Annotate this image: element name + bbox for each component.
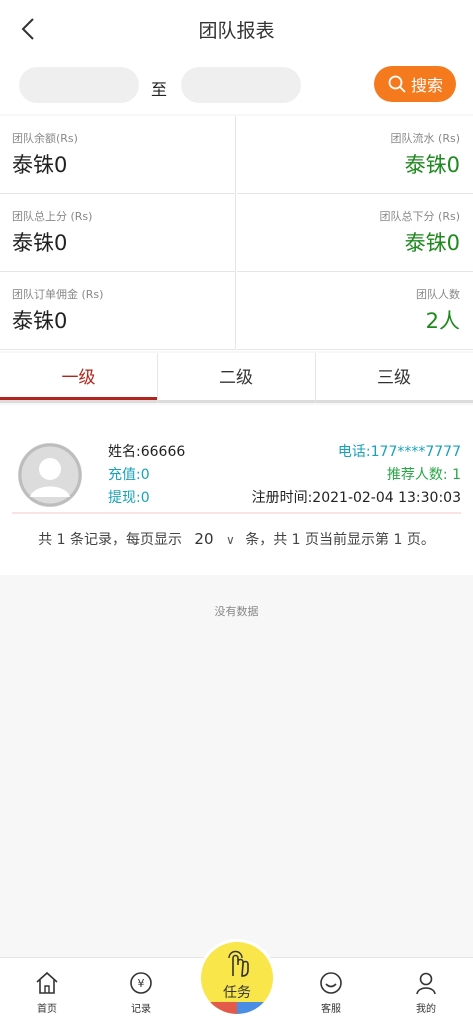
task-button-base <box>201 1002 273 1014</box>
task-label: 任务 <box>223 985 251 1001</box>
task-button[interactable]: 任务 <box>201 942 273 1014</box>
search-button-label: 搜索 <box>410 76 443 95</box>
tab-level-3[interactable]: 三级 <box>315 353 472 403</box>
nav-label: 我的 <box>416 1004 436 1015</box>
nav-service[interactable]: 客服 <box>301 970 361 1015</box>
nav-home[interactable]: 首页 <box>17 970 77 1015</box>
tab-level-1[interactable]: 一级 <box>0 353 157 403</box>
search-button[interactable]: 搜索 <box>374 66 456 102</box>
home-icon <box>36 971 58 994</box>
level-tabs: 一级 二级 三级 <box>0 353 473 403</box>
member-recharge: 充值:0 <box>108 467 150 483</box>
stat-value: 泰铢0 <box>12 309 68 333</box>
member-withdraw: 提现:0 <box>108 490 150 506</box>
stat-value: 泰铢0 <box>12 153 68 177</box>
stat-value: 2人 <box>425 309 460 333</box>
date-search-bar: 至 搜索 <box>0 58 473 114</box>
stat-label: 团队人数 <box>416 288 460 301</box>
end-date-input[interactable] <box>181 67 301 103</box>
chevron-down-icon[interactable]: ∨ <box>226 533 235 547</box>
active-tab-indicator <box>0 397 157 400</box>
records-icon: ¥ <box>130 972 152 994</box>
tap-hand-icon <box>228 950 249 977</box>
stat-label: 团队订单佣金 (Rs) <box>12 288 104 301</box>
nav-label: 首页 <box>37 1004 57 1015</box>
member-register-time: 注册时间:2021-02-04 13:30:03 <box>251 490 461 506</box>
member-phone: 电话:177****7777 <box>337 444 461 460</box>
top-bar: 团队报表 <box>0 0 473 58</box>
divider <box>12 512 461 514</box>
member-card: 姓名:66666 充值:0 提现:0 电话:177****7777 推荐人数: … <box>0 405 473 575</box>
member-name: 姓名:66666 <box>108 444 186 460</box>
user-avatar-icon <box>18 443 82 507</box>
user-icon <box>416 972 436 995</box>
search-icon <box>388 75 406 93</box>
to-label: 至 <box>151 80 168 99</box>
page-title: 团队报表 <box>198 20 275 42</box>
stat-value: 泰铢0 <box>404 231 460 255</box>
stat-label: 团队余额(Rs) <box>12 132 78 145</box>
empty-state-text: 没有数据 <box>214 605 259 618</box>
avatar <box>18 443 82 507</box>
stat-label: 团队总上分 (Rs) <box>12 210 93 223</box>
nav-label: 客服 <box>321 1004 341 1015</box>
start-date-input[interactable] <box>19 67 139 103</box>
nav-records[interactable]: ¥ 记录 <box>111 970 171 1015</box>
stat-team-members: 团队人数 2人 <box>237 272 473 350</box>
pagination-info: 共 1 条记录，每页显示 20 ∨ 条，共 1 页当前显示第 1 页。 <box>0 529 473 549</box>
customer-service-icon <box>320 972 342 994</box>
stat-team-total-withdraw: 团队总下分 (Rs) 泰铢0 <box>237 194 473 272</box>
member-referrals: 推荐人数: 1 <box>386 467 461 483</box>
stat-team-total-deposit: 团队总上分 (Rs) 泰铢0 <box>0 194 236 272</box>
team-stats-grid: 团队余额(Rs) 泰铢0 团队流水 (Rs) 泰铢0 团队总上分 (Rs) 泰铢… <box>0 116 473 351</box>
nav-mine[interactable]: 我的 <box>396 970 456 1015</box>
page-size-select[interactable]: 20 <box>190 530 217 548</box>
stat-value: 泰铢0 <box>404 153 460 177</box>
pagination-suffix: 条，共 1 页当前显示第 1 页。 <box>245 532 435 548</box>
stat-label: 团队总下分 (Rs) <box>379 210 460 223</box>
stat-label: 团队流水 (Rs) <box>390 132 460 145</box>
stat-value: 泰铢0 <box>12 231 68 255</box>
stat-team-balance: 团队余额(Rs) 泰铢0 <box>0 116 236 194</box>
pagination-prefix: 共 1 条记录，每页显示 <box>38 532 182 548</box>
nav-label: 记录 <box>131 1004 151 1015</box>
stat-team-turnover: 团队流水 (Rs) 泰铢0 <box>237 116 473 194</box>
tab-level-2[interactable]: 二级 <box>157 353 314 403</box>
svg-text:¥: ¥ <box>138 977 145 990</box>
stat-team-order-commission: 团队订单佣金 (Rs) 泰铢0 <box>0 272 236 350</box>
